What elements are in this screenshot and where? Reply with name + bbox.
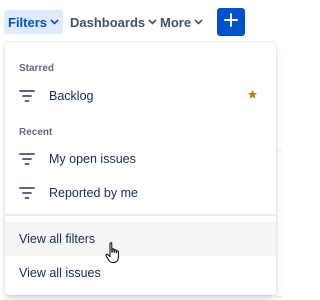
starred-filter-backlog[interactable]: Backlog bbox=[5, 80, 276, 112]
hand-pointer-cursor-icon bbox=[104, 241, 122, 270]
menu-divider bbox=[5, 214, 276, 216]
top-navigation: Filters Dashboards More bbox=[0, 0, 282, 44]
chevron-down-icon bbox=[194, 19, 203, 25]
filter-icon bbox=[19, 186, 35, 200]
view-all-issues-label: View all issues bbox=[19, 266, 101, 280]
view-all-filters-link[interactable]: View all filters bbox=[5, 222, 276, 256]
nav-more-label: More bbox=[160, 14, 192, 30]
starred-section-title: Starred bbox=[19, 63, 55, 74]
filter-label: Reported by me bbox=[49, 186, 138, 200]
star-icon[interactable] bbox=[247, 89, 258, 103]
nav-dashboards-button[interactable]: Dashboards bbox=[66, 10, 161, 34]
filters-dropdown-menu: Starred Backlog Recent My open issues Re… bbox=[5, 42, 276, 295]
create-button[interactable] bbox=[217, 8, 245, 36]
filter-icon bbox=[19, 152, 35, 166]
background-divider bbox=[276, 296, 282, 298]
filter-label: Backlog bbox=[49, 89, 94, 103]
nav-filters-button[interactable]: Filters bbox=[4, 10, 64, 34]
nav-more-button[interactable]: More bbox=[156, 10, 207, 34]
nav-filters-label: Filters bbox=[8, 14, 48, 30]
background-divider bbox=[276, 150, 282, 151]
view-all-filters-label: View all filters bbox=[19, 232, 96, 246]
filter-label: My open issues bbox=[49, 152, 136, 166]
recent-section-title: Recent bbox=[19, 127, 53, 138]
recent-filter-reported-by-me[interactable]: Reported by me bbox=[5, 177, 276, 209]
chevron-down-icon bbox=[50, 19, 59, 25]
view-all-issues-link[interactable]: View all issues bbox=[5, 256, 276, 290]
recent-filter-my-open-issues[interactable]: My open issues bbox=[5, 143, 276, 175]
plus-icon bbox=[224, 12, 238, 32]
nav-dashboards-label: Dashboards bbox=[70, 14, 146, 30]
filter-icon bbox=[19, 89, 35, 103]
